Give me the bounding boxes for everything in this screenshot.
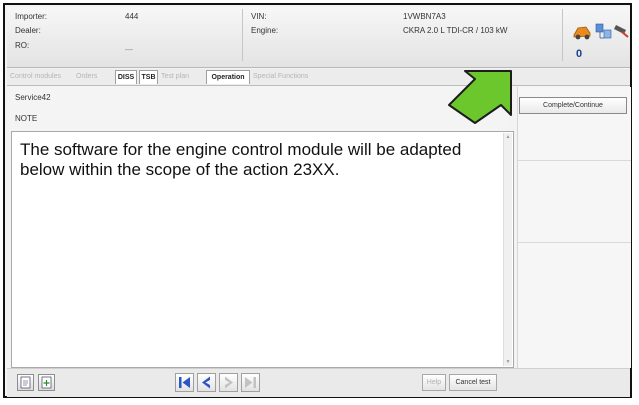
last-page-button[interactable] bbox=[241, 373, 260, 392]
message-panel: The software for the engine control modu… bbox=[11, 131, 514, 368]
ro-value: — bbox=[125, 45, 133, 54]
service-info: Service42 NOTE bbox=[7, 87, 507, 131]
header-divider bbox=[562, 9, 563, 61]
note-label: NOTE bbox=[15, 114, 38, 123]
complete-continue-button[interactable]: Complete/Continue bbox=[519, 97, 627, 114]
scroll-down-icon[interactable]: ▼ bbox=[504, 358, 512, 366]
next-page-button[interactable] bbox=[219, 373, 238, 392]
engine-value: CKRA 2.0 L TDI-CR / 103 kW bbox=[403, 26, 508, 35]
connection-badge: 0 bbox=[576, 48, 582, 59]
scroll-up-icon[interactable]: ▲ bbox=[504, 133, 512, 141]
network-icon[interactable] bbox=[595, 23, 612, 39]
header-divider bbox=[242, 9, 243, 61]
dealer-label: Dealer: bbox=[15, 26, 41, 35]
panel-divider bbox=[518, 160, 631, 161]
vin-label: VIN: bbox=[251, 12, 267, 21]
status-icons: 0 bbox=[573, 23, 629, 59]
tab-tsb[interactable]: TSB bbox=[139, 70, 158, 84]
previous-page-icon bbox=[202, 376, 210, 389]
tab-special-functions[interactable]: Special Functions bbox=[252, 70, 332, 84]
tab-bar: Control modules Orders DISS TSB Test pla… bbox=[7, 69, 630, 86]
note-message: The software for the engine control modu… bbox=[20, 140, 462, 179]
action-panel bbox=[517, 87, 631, 368]
vin-value: 1VWBN7A3 bbox=[403, 12, 446, 21]
tab-control-modules[interactable]: Control modules bbox=[9, 70, 73, 84]
bottom-toolbar: Help Cancel test bbox=[7, 368, 630, 397]
ro-label: RO: bbox=[15, 41, 30, 50]
document-icon[interactable] bbox=[17, 374, 34, 391]
highlight-arrow-icon bbox=[448, 70, 512, 124]
engine-label: Engine: bbox=[251, 26, 279, 35]
cancel-test-button[interactable]: Cancel test bbox=[449, 374, 497, 391]
first-page-icon bbox=[179, 377, 190, 388]
tab-diss[interactable]: DISS bbox=[115, 70, 137, 84]
diagnostic-window: Importer: 444 Dealer: RO: — VIN: Engine:… bbox=[3, 3, 632, 398]
help-button[interactable]: Help bbox=[422, 374, 446, 391]
tab-orders[interactable]: Orders bbox=[75, 70, 113, 84]
importer-label: Importer: bbox=[15, 12, 48, 21]
tab-test-plan[interactable]: Test plan bbox=[160, 70, 204, 84]
previous-page-button[interactable] bbox=[197, 373, 216, 392]
vehicle-header: Importer: 444 Dealer: RO: — VIN: Engine:… bbox=[7, 7, 630, 68]
first-page-button[interactable] bbox=[175, 373, 194, 392]
connector-icon[interactable] bbox=[614, 25, 629, 38]
add-document-icon[interactable] bbox=[38, 374, 55, 391]
panel-divider bbox=[518, 242, 631, 243]
service-title: Service42 bbox=[15, 93, 51, 102]
next-page-icon bbox=[225, 376, 233, 389]
importer-value: 444 bbox=[125, 12, 139, 21]
last-page-icon bbox=[245, 377, 256, 388]
scrollbar[interactable]: ▲ ▼ bbox=[503, 133, 512, 366]
car-icon[interactable] bbox=[573, 26, 591, 40]
tab-operation[interactable]: Operation bbox=[206, 70, 250, 84]
